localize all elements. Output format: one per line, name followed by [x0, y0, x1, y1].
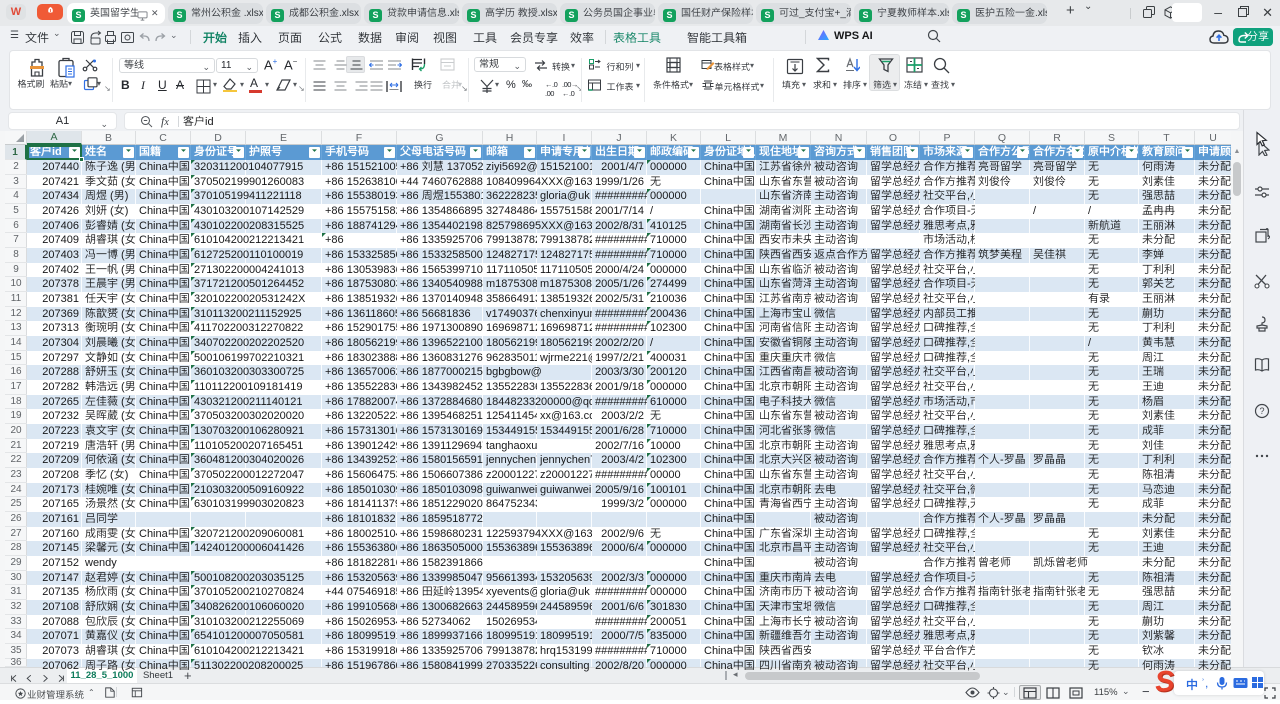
svg-text:?: ?: [1259, 406, 1264, 416]
